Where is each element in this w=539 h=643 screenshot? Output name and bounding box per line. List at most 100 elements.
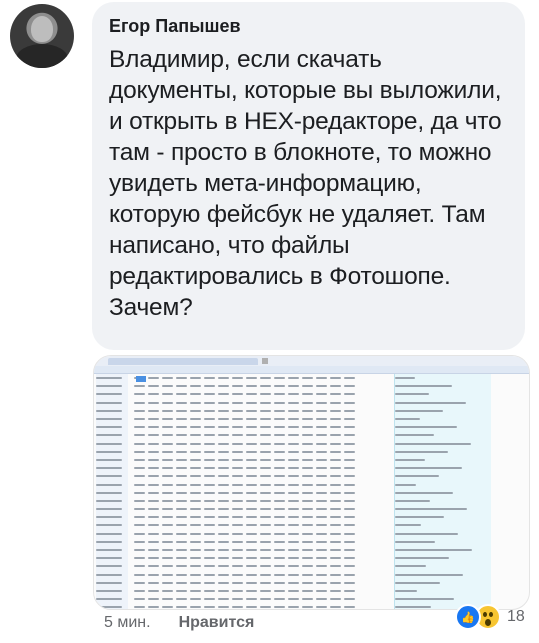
ascii-row <box>395 456 491 464</box>
ascii-row <box>395 505 491 513</box>
hex-editor-titlebar <box>94 356 529 366</box>
offset-row <box>96 374 128 382</box>
offset-row <box>96 538 128 546</box>
offset-row <box>96 448 128 456</box>
hex-row <box>134 440 379 448</box>
offset-row <box>96 407 128 415</box>
ascii-row <box>395 415 491 423</box>
hex-row <box>134 489 379 497</box>
ascii-row <box>395 464 491 472</box>
ascii-row <box>395 489 491 497</box>
hex-row <box>134 480 379 488</box>
offset-row <box>96 390 128 398</box>
offset-row <box>96 554 128 562</box>
hex-row <box>134 456 379 464</box>
hex-row <box>134 554 379 562</box>
like-icon: 👍 <box>455 604 481 630</box>
ascii-row <box>395 382 491 390</box>
hex-row <box>134 546 379 554</box>
hex-row <box>134 497 379 505</box>
ascii-row <box>395 431 491 439</box>
offset-row <box>96 513 128 521</box>
offset-row <box>96 530 128 538</box>
comment-actions: 5 мин. Нравится <box>104 614 254 632</box>
hex-row <box>134 472 379 480</box>
offset-row <box>96 587 128 595</box>
ascii-row <box>395 480 491 488</box>
hex-row <box>134 382 379 390</box>
offset-row <box>96 505 128 513</box>
offset-row <box>96 399 128 407</box>
offset-row <box>96 431 128 439</box>
offset-row <box>96 440 128 448</box>
offset-row <box>96 480 128 488</box>
hex-row <box>134 538 379 546</box>
ascii-row <box>395 448 491 456</box>
ascii-row <box>395 530 491 538</box>
comment-time[interactable]: 5 мин. <box>104 614 151 632</box>
ascii-row <box>395 399 491 407</box>
ascii-row <box>395 521 491 529</box>
offset-row <box>96 521 128 529</box>
offset-row <box>96 382 128 390</box>
offset-row <box>96 464 128 472</box>
hex-row <box>134 562 379 570</box>
offset-row <box>96 456 128 464</box>
ascii-row <box>395 407 491 415</box>
hex-editor-tab <box>108 357 258 365</box>
hex-row <box>134 579 379 587</box>
ascii-row <box>395 390 491 398</box>
comment-bubble: Егор Папышев Владимир, если скачать доку… <box>92 2 525 350</box>
hex-row <box>134 505 379 513</box>
ascii-row <box>395 513 491 521</box>
hex-row <box>134 595 379 603</box>
attached-hex-screenshot[interactable] <box>93 355 530 610</box>
hex-row <box>134 448 379 456</box>
ascii-text-column <box>394 374 491 609</box>
hex-row <box>134 464 379 472</box>
offset-row <box>96 579 128 587</box>
ascii-row <box>395 538 491 546</box>
hex-row <box>134 399 379 407</box>
hex-dump <box>94 374 529 609</box>
ascii-row <box>395 423 491 431</box>
hex-column-header <box>94 366 529 374</box>
hex-row <box>134 390 379 398</box>
offset-row <box>96 489 128 497</box>
offset-row <box>96 415 128 423</box>
ascii-row <box>395 440 491 448</box>
ascii-row <box>395 571 491 579</box>
hex-row <box>134 431 379 439</box>
offset-row <box>96 497 128 505</box>
comment-author[interactable]: Егор Папышев <box>109 16 241 37</box>
ascii-row <box>395 472 491 480</box>
hex-row <box>134 423 379 431</box>
offset-row <box>96 571 128 579</box>
ascii-row <box>395 554 491 562</box>
hex-row <box>134 415 379 423</box>
offset-column <box>96 374 128 609</box>
avatar-shoulders <box>16 44 68 68</box>
comment-text: Владимир, если скачать документы, которы… <box>109 46 502 321</box>
hex-row <box>134 521 379 529</box>
hex-bytes-column <box>134 374 379 609</box>
offset-row <box>96 603 128 609</box>
ascii-row <box>395 497 491 505</box>
like-button[interactable]: Нравится <box>179 614 255 632</box>
close-icon <box>262 358 268 364</box>
hex-row <box>134 374 379 382</box>
offset-row <box>96 423 128 431</box>
ascii-row <box>395 579 491 587</box>
reaction-count: 18 <box>507 608 525 625</box>
offset-row <box>96 595 128 603</box>
ascii-row <box>395 587 491 595</box>
reactions-summary[interactable]: 👍 18 <box>455 604 525 630</box>
author-avatar[interactable] <box>10 4 74 68</box>
offset-row <box>96 562 128 570</box>
hex-row <box>134 513 379 521</box>
ascii-row <box>395 562 491 570</box>
offset-row <box>96 546 128 554</box>
hex-row <box>134 587 379 595</box>
hex-row <box>134 407 379 415</box>
ascii-row <box>395 374 491 382</box>
